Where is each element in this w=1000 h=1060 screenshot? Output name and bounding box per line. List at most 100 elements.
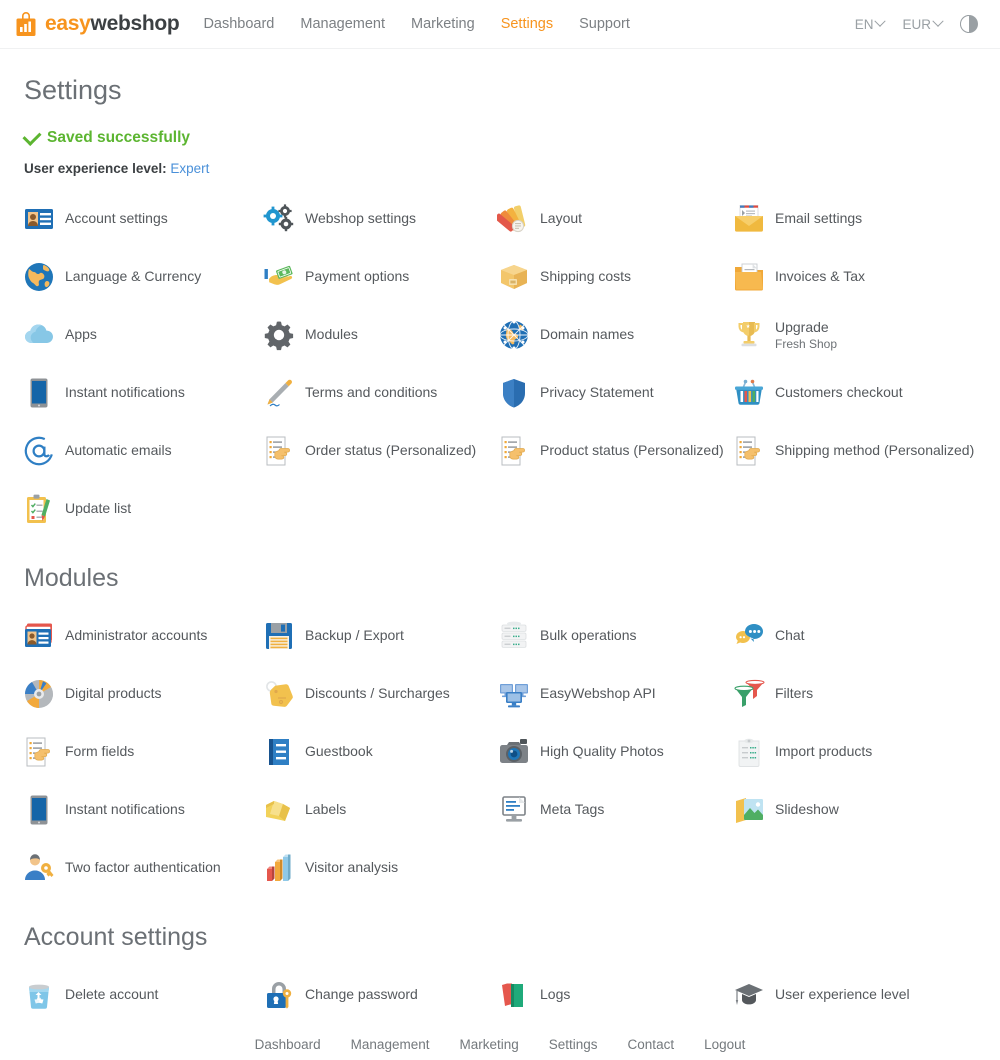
form-hand-icon <box>732 434 766 468</box>
tile-label-wrap: Guestbook <box>305 743 373 761</box>
open-envelope-icon <box>732 202 766 236</box>
footer-link-logout[interactable]: Logout <box>704 1037 745 1052</box>
tile-apps[interactable]: Apps <box>22 306 262 364</box>
tile-guestbook[interactable]: Guestbook <box>262 723 497 781</box>
tile-administrator-accounts[interactable]: Administrator accounts <box>22 607 262 665</box>
main-navigation: Dashboard Management Marketing Settings … <box>203 16 629 32</box>
nav-item-management[interactable]: Management <box>300 16 385 32</box>
tile-label-wrap: Form fields <box>65 743 134 761</box>
tile-label: Privacy Statement <box>540 384 654 400</box>
tile-label-wrap: Apps <box>65 326 97 344</box>
footer-link-dashboard[interactable]: Dashboard <box>255 1037 321 1052</box>
tile-order-status-personalized[interactable]: Order status (Personalized) <box>262 422 497 480</box>
tile-label: Digital products <box>65 685 162 701</box>
tile-label-wrap: Customers checkout <box>775 384 903 402</box>
tile-label-wrap: Shipping costs <box>540 268 631 286</box>
contrast-half-circle-icon[interactable] <box>960 15 978 33</box>
nav-item-marketing[interactable]: Marketing <box>411 16 475 32</box>
footer-link-management[interactable]: Management <box>351 1037 430 1052</box>
tile-discounts-surcharges[interactable]: Discounts / Surcharges <box>262 665 497 723</box>
tile-slideshow[interactable]: Slideshow <box>732 781 982 839</box>
tile-label: Modules <box>305 326 358 342</box>
tile-label: Discounts / Surcharges <box>305 685 450 701</box>
tile-language-currency[interactable]: Language & Currency <box>22 248 262 306</box>
tile-label-wrap: Visitor analysis <box>305 859 398 877</box>
form-hand-icon <box>22 735 56 769</box>
tile-high-quality-photos[interactable]: High Quality Photos <box>497 723 732 781</box>
tile-domain-names[interactable]: Domain names <box>497 306 732 364</box>
nav-item-settings[interactable]: Settings <box>501 16 553 32</box>
tile-label: Payment options <box>305 268 410 284</box>
tile-label: Bulk operations <box>540 627 637 643</box>
tile-modules[interactable]: Modules <box>262 306 497 364</box>
tile-two-factor-authentication[interactable]: Two factor authentication <box>22 839 262 897</box>
tile-filters[interactable]: Filters <box>732 665 982 723</box>
tile-import-products[interactable]: Import products <box>732 723 982 781</box>
labels-icon <box>262 793 296 827</box>
tile-bulk-operations[interactable]: Bulk operations <box>497 607 732 665</box>
tile-upgrade[interactable]: Upgrade Fresh Shop <box>732 306 982 364</box>
tile-product-status-personalized[interactable]: Product status (Personalized) <box>497 422 732 480</box>
tile-instant-notifications[interactable]: Instant notifications <box>22 781 262 839</box>
user-key-icon <box>22 851 56 885</box>
tile-automatic-emails[interactable]: Automatic emails <box>22 422 262 480</box>
tile-delete-account[interactable]: Delete account <box>22 966 262 1024</box>
tile-backup-export[interactable]: Backup / Export <box>262 607 497 665</box>
tile-email-settings[interactable]: Email settings <box>732 190 982 248</box>
tile-form-fields[interactable]: Form fields <box>22 723 262 781</box>
language-selector-label: EN <box>854 16 874 32</box>
monitors-icon <box>497 677 531 711</box>
tile-shipping-method-personalized[interactable]: Shipping method (Personalized) <box>732 422 982 480</box>
footer-link-marketing[interactable]: Marketing <box>459 1037 518 1052</box>
currency-selector[interactable]: EUR <box>902 15 944 32</box>
tile-chat[interactable]: Chat <box>732 607 982 665</box>
tile-label-wrap: Webshop settings <box>305 210 416 228</box>
tile-user-experience-level[interactable]: User experience level <box>732 966 982 1024</box>
tile-label: Shipping costs <box>540 268 632 284</box>
tile-change-password[interactable]: Change password <box>262 966 497 1024</box>
lock-key-icon <box>262 978 296 1012</box>
tile-account-settings[interactable]: Account settings <box>22 190 262 248</box>
tile-meta-tags[interactable]: Meta Tags <box>497 781 732 839</box>
tile-customers-checkout[interactable]: Customers checkout <box>732 364 982 422</box>
tile-update-list[interactable]: Update list <box>22 480 262 538</box>
tile-label: Invoices & Tax <box>775 268 866 284</box>
tile-label: Logs <box>540 986 571 1002</box>
tile-label-wrap: User experience level <box>775 986 910 1004</box>
tile-invoices-tax[interactable]: Invoices & Tax <box>732 248 982 306</box>
tile-label-wrap: Email settings <box>775 210 862 228</box>
tile-label-wrap: Administrator accounts <box>65 627 207 645</box>
tile-terms-and-conditions[interactable]: Terms and conditions <box>262 364 497 422</box>
tile-easywebshop-api[interactable]: EasyWebshop API <box>497 665 732 723</box>
tile-visitor-analysis[interactable]: Visitor analysis <box>262 839 497 897</box>
tile-instant-notifications[interactable]: Instant notifications <box>22 364 262 422</box>
tile-payment-options[interactable]: Payment options <box>262 248 497 306</box>
user-experience-level-value-link[interactable]: Expert <box>170 161 209 176</box>
top-header-bar: easywebshop Dashboard Management Marketi… <box>0 0 1000 49</box>
tile-privacy-statement[interactable]: Privacy Statement <box>497 364 732 422</box>
color-fan-icon <box>497 202 531 236</box>
nav-item-dashboard[interactable]: Dashboard <box>203 16 274 32</box>
tile-layout[interactable]: Layout <box>497 190 732 248</box>
tile-logs[interactable]: Logs <box>497 966 732 1024</box>
language-selector[interactable]: EN <box>854 15 887 32</box>
cash-hand-icon <box>262 260 296 294</box>
shield-icon <box>497 376 531 410</box>
brand-logo-link[interactable]: easywebshop <box>14 11 180 37</box>
tile-label: Upgrade <box>775 318 829 335</box>
currency-selector-label: EUR <box>902 16 931 32</box>
footer-link-contact[interactable]: Contact <box>628 1037 675 1052</box>
tile-label: User experience level <box>775 986 910 1002</box>
tile-labels[interactable]: Labels <box>262 781 497 839</box>
id-cards-stack-icon <box>22 619 56 653</box>
tile-label: Form fields <box>65 743 135 759</box>
tile-digital-products[interactable]: Digital products <box>22 665 262 723</box>
tile-webshop-settings[interactable]: Webshop settings <box>262 190 497 248</box>
trophy-icon <box>732 318 766 352</box>
footer-link-settings[interactable]: Settings <box>549 1037 598 1052</box>
nav-item-support[interactable]: Support <box>579 16 630 32</box>
folder-document-icon <box>732 260 766 294</box>
price-tag-icon <box>262 677 296 711</box>
tile-shipping-costs[interactable]: Shipping costs <box>497 248 732 306</box>
check-icon <box>22 126 42 146</box>
